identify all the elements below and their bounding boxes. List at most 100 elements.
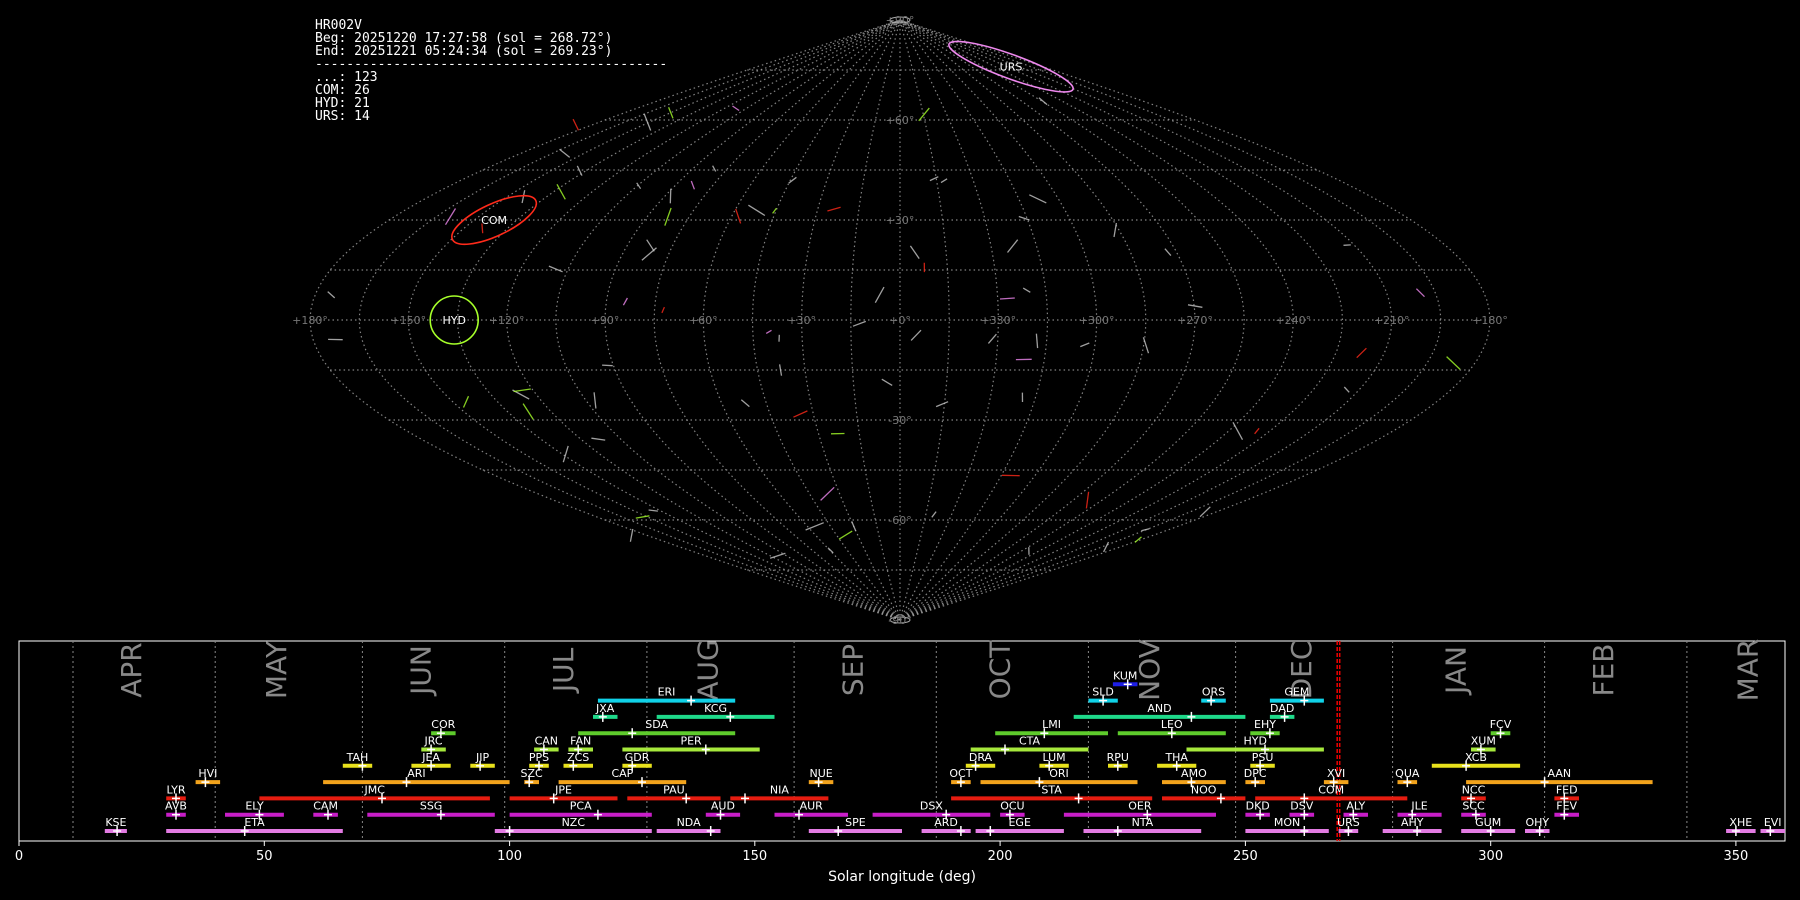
shower-label-lmi: LMI [1042,718,1061,731]
shower-label-jip: JIP [475,751,489,764]
lon-tick-label: +300° [1079,314,1115,327]
shower-label-dsx: DSX [920,800,943,813]
shower-label-jmc: JMC [363,783,385,796]
meteor-streak [462,395,470,408]
shower-label-jpe: JPE [554,783,572,796]
month-label-oct: OCT [983,640,1016,700]
meteor-streak [690,180,696,190]
meteor-streak [1035,333,1039,349]
lat-tick-label: +90° [886,14,915,27]
shower-label-hvi: HVI [198,767,217,780]
meteor-streak [572,118,580,131]
lat-tick-label: +60° [886,114,915,127]
shower-label-dra: DRA [969,751,993,764]
meteor-streak [1085,491,1090,509]
meteor-streak [1022,287,1031,293]
shower-label-kse: KSE [105,816,126,829]
shower-label-ohy: OHY [1525,816,1549,829]
meteor-streak [648,509,658,512]
month-label-sep: SEP [836,644,869,696]
meteor-streak [838,530,853,540]
shower-label-gum: GUM [1475,816,1501,829]
meteor-streak [661,306,665,314]
shower-label-dpc: DPC [1244,767,1267,780]
shower-label-xcb: XCB [1465,751,1487,764]
shower-label-cam: CAM [313,800,338,813]
month-label-may: MAY [260,640,293,699]
month-label-jul: JUL [547,647,580,694]
shower-label-oct: OCT [949,767,972,780]
lon-tick-label: +90° [591,314,620,327]
shower-label-nia: NIA [770,783,789,796]
shower-label-cta: CTA [1019,735,1041,748]
shower-label-nta: NTA [1132,816,1154,829]
shower-label-leo: LEO [1161,718,1183,731]
shower-label-xum: XUM [1471,735,1496,748]
meteor-streak [874,286,885,304]
meteor-streak [1343,386,1350,393]
shower-label-aan: AAN [1548,767,1572,780]
meteor-streak [646,239,655,252]
month-label-jun: JUN [405,645,438,697]
shower-label-fed: FED [1556,783,1578,796]
shower-label-tha: THA [1164,751,1188,764]
lon-tick-label: +0° [889,314,911,327]
chart-canvas: HR002V Beg: 20251220 17:27:58 (sol = 268… [15,14,1786,885]
meteor-streak [1356,347,1367,359]
meteor-streak [765,329,772,334]
x-tick-label: 250 [1233,849,1258,864]
shower-label-per: PER [680,735,702,748]
meteor-streak [593,392,597,409]
meteor-streak [1134,536,1142,543]
shower-label-ncc: NCC [1462,783,1486,796]
meteor-streak [1199,506,1211,518]
lat-tick-label: -30° [888,414,911,427]
lon-tick-label: +180° [1472,314,1508,327]
month-label-feb: FEB [1587,643,1620,696]
shower-label-noo: NOO [1191,783,1217,796]
shower-label-ari: ARI [407,767,425,780]
x-tick-label: 350 [1723,849,1748,864]
shower-label-ors: ORS [1202,686,1225,699]
radiant-label-com: COM [481,214,507,227]
info-line-urs-count: URS: 14 [315,109,370,124]
x-tick-label: 100 [497,849,522,864]
shower-label-ori: ORI [1049,767,1069,780]
meteor-streak [522,403,534,420]
lon-tick-label: +240° [1275,314,1311,327]
meteor-streak [851,521,857,532]
meteor-streak [931,511,937,518]
radiant-label-hyd: HYD [442,314,465,327]
meteor-streak [1113,222,1118,238]
meteor-streak [664,207,672,226]
meteor-streak [748,204,766,217]
shower-label-ehy: EHY [1254,718,1276,731]
meteor-streak [827,206,841,212]
month-label-apr: APR [115,642,148,698]
shower-timeline: APR MAY JUN JUL AUG SEP OCT NOV DEC JAN FEB MARKSE E… [15,639,1786,885]
meteor-streak [999,297,1015,300]
meteor-streak [769,552,786,559]
shower-label-cap: CAP [611,767,633,780]
shower-label-nue: NUE [809,767,832,780]
lon-tick-label: +270° [1177,314,1213,327]
radiant-label-urs: URS [1000,61,1023,74]
meteor-streak [1254,427,1260,435]
shower-label-kcg: KCG [704,702,727,715]
meteor-streak [910,329,922,341]
meteor-streak [327,291,336,299]
shower-label-nzc: NZC [562,816,586,829]
radiant-sky-map: +180° +150° +120° +90° +60° +30° +0° +330° +300°… [292,14,1508,627]
meteor-streak [576,165,583,176]
meteor-streak [1415,288,1425,298]
shower-label-fev: FEV [1556,800,1577,813]
x-tick-label: 300 [1478,849,1503,864]
lat-tick-label: +30° [886,214,915,227]
shower-label-dsv: DSV [1290,800,1313,813]
meteor-streak [1103,541,1110,553]
meteor-streak [881,378,893,386]
meteor-streak [940,178,948,184]
meteor-streak [1446,356,1461,370]
shower-label-aly: ALY [1346,800,1365,813]
shower-label-mon: MON [1274,816,1300,829]
